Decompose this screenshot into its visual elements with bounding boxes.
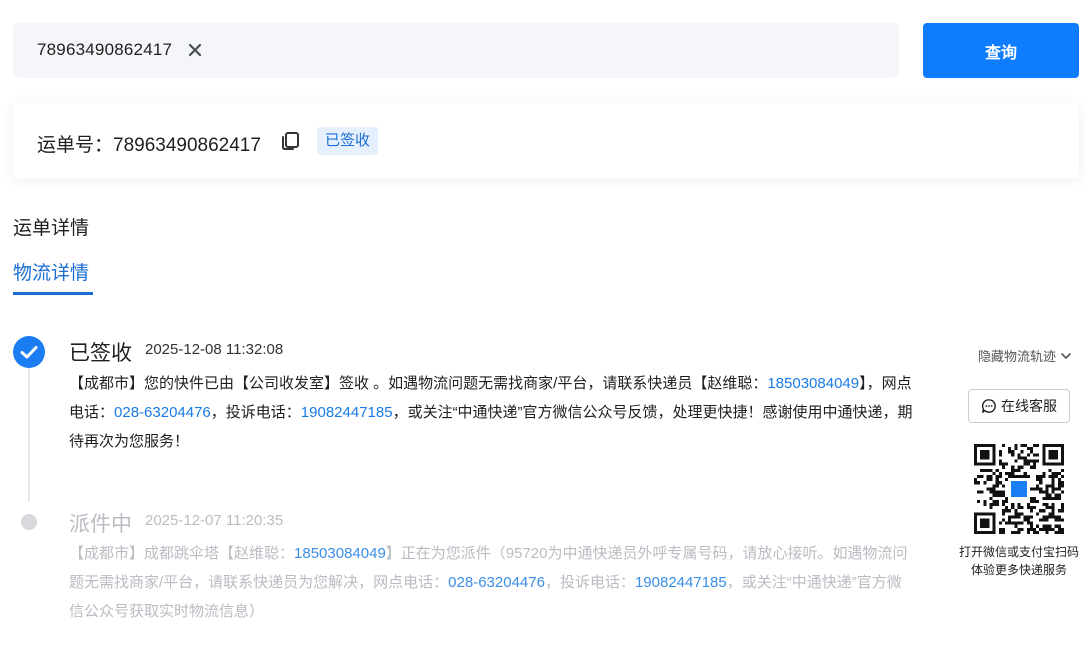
outlet-phone-link[interactable]: 028-63204476 xyxy=(448,574,545,591)
event-description: 【成都市】成都跳伞塔【赵维聪：18503084049】正在为您派件（95720为… xyxy=(69,539,914,626)
status-badge: 已签收 xyxy=(317,127,379,155)
tab-logistics-detail[interactable]: 物流详情 xyxy=(13,258,89,285)
qr-caption-line2: 体验更多快递服务 xyxy=(970,563,1067,577)
online-service-label: 在线客服 xyxy=(1001,398,1057,414)
search-value[interactable]: 78963490862417 xyxy=(37,40,172,60)
timeline-node-signed xyxy=(13,336,45,368)
chat-bubble-icon xyxy=(981,399,996,413)
outlet-phone-link[interactable]: 028-63204476 xyxy=(114,404,211,421)
query-button-label: 查询 xyxy=(984,44,1017,62)
event-status: 已签收 xyxy=(69,342,132,365)
event-status: 派件中 xyxy=(69,513,132,536)
event-text: 【成都市】成都跳伞塔【赵维聪： xyxy=(69,545,295,562)
timeline-node-delivering xyxy=(21,514,37,530)
hide-track-label: 隐藏物流轨迹 xyxy=(978,349,1057,364)
event-time: 2025-12-07 11:20:35 xyxy=(145,512,284,529)
waybill-card: 运单号：78963490862417 已签收 xyxy=(13,103,1079,178)
complaint-phone-link[interactable]: 19082447185 xyxy=(635,574,727,591)
search-input[interactable]: 78963490862417 xyxy=(13,23,899,78)
qr-caption-line1: 打开微信或支付宝扫码 xyxy=(958,545,1079,559)
timeline-line xyxy=(28,368,30,502)
event-time: 2025-12-08 11:32:08 xyxy=(145,341,284,358)
event-text: ，投诉电话： xyxy=(544,574,635,591)
event-text: ，投诉电话： xyxy=(210,404,301,421)
courier-phone-link[interactable]: 18503084049 xyxy=(767,375,859,392)
online-service-button[interactable]: 在线客服 xyxy=(968,389,1070,423)
event-text: 【成都市】您的快件已由【公司收发室】签收 。如遇物流问题无需找商家/平台，请联系… xyxy=(69,375,768,392)
query-button[interactable]: 查询 xyxy=(923,23,1079,78)
check-icon xyxy=(20,346,38,359)
hide-track-toggle[interactable]: 隐藏物流轨迹 xyxy=(978,346,1072,365)
tab-active-indicator xyxy=(13,292,93,295)
event-description: 【成都市】您的快件已由【公司收发室】签收 。如遇物流问题无需找商家/平台，请联系… xyxy=(69,369,914,456)
courier-phone-link[interactable]: 18503084049 xyxy=(294,545,386,562)
qr-code-icon xyxy=(974,444,1064,534)
chevron-down-icon xyxy=(1061,352,1071,359)
qr-caption: 打开微信或支付宝扫码 体验更多快递服务 xyxy=(950,543,1086,579)
close-icon[interactable] xyxy=(186,41,204,59)
copy-icon[interactable] xyxy=(279,130,301,152)
complaint-phone-link[interactable]: 19082447185 xyxy=(301,404,393,421)
waybill-number: 运单号：78963490862417 xyxy=(37,135,261,156)
section-title: 运单详情 xyxy=(13,218,90,239)
